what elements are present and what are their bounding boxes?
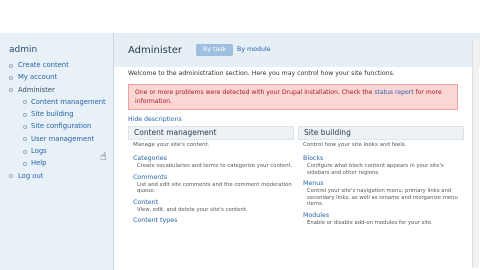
- hand-pointer-icon: ☝: [100, 150, 107, 163]
- sidebar-menu: Create content My account Administer Con…: [0, 59, 113, 182]
- status-report-link[interactable]: status report: [374, 89, 413, 96]
- bullet-icon: [23, 100, 27, 105]
- panel-subtitle: Manage your site's content.: [133, 142, 210, 148]
- blocks-link[interactable]: Blocks: [303, 155, 464, 163]
- bullet-icon: [9, 63, 13, 68]
- error-alert: One or more problems were detected with …: [128, 84, 458, 110]
- admin-entry: Categories Create vocabularies and terms…: [133, 155, 294, 170]
- tab-by-task[interactable]: By task: [196, 44, 234, 56]
- content-types-link[interactable]: Content types: [133, 217, 294, 225]
- entry-description: List and edit site comments and the comm…: [137, 181, 292, 195]
- modules-link[interactable]: Modules: [303, 212, 464, 220]
- content-link[interactable]: Content: [133, 199, 294, 207]
- admin-entry: Blocks Configure what block content appe…: [303, 155, 464, 176]
- bullet-icon: [23, 161, 27, 166]
- bullet-icon: [23, 124, 27, 129]
- panel-title: Content management: [128, 126, 294, 140]
- entry-description: Configure what block content appears in …: [307, 163, 444, 176]
- bullet-icon: [9, 88, 13, 93]
- panel-title: Site building: [298, 126, 464, 140]
- sidebar-item-logs[interactable]: Logs: [0, 145, 113, 157]
- admin-entry: Content types: [133, 217, 294, 225]
- tab-by-module[interactable]: By module: [237, 44, 271, 56]
- page-header: Administer By task By module: [114, 33, 480, 67]
- bullet-icon: [9, 75, 13, 80]
- entry-description: View, edit, and delete your site's conte…: [137, 206, 248, 213]
- bullet-icon: [23, 149, 27, 154]
- sidebar-item-create-content[interactable]: Create content: [0, 59, 113, 71]
- sidebar-item-user-management[interactable]: User management: [0, 133, 113, 145]
- categories-link[interactable]: Categories: [133, 155, 294, 163]
- admin-entry: Menus Control your site's navigation men…: [303, 180, 464, 208]
- entry-description: Enable or disable add-on modules for you…: [307, 219, 433, 226]
- alert-text-start: One or more problems were detected with …: [135, 89, 375, 96]
- site-building-panel: Site building Control how your site look…: [298, 126, 464, 226]
- hide-descriptions-link[interactable]: Hide descriptions: [128, 116, 182, 123]
- bullet-icon: [9, 174, 13, 179]
- bullet-icon: [23, 112, 27, 117]
- admin-entry: Modules Enable or disable add-on modules…: [303, 212, 464, 227]
- sidebar-item-help[interactable]: Help: [0, 157, 113, 169]
- admin-entry: Content View, edit, and delete your site…: [133, 199, 294, 214]
- sidebar-item-site-configuration[interactable]: Site configuration: [0, 120, 113, 132]
- admin-entry: Comments List and edit site comments and…: [133, 174, 294, 195]
- content-management-panel: Content management Manage your site's co…: [128, 126, 294, 225]
- top-bar: [0, 0, 480, 33]
- entry-description: Create vocabularies and terms to categor…: [137, 163, 293, 169]
- sidebar-item-site-building[interactable]: Site building: [0, 108, 113, 120]
- welcome-text: Welcome to the administration section. H…: [128, 70, 395, 77]
- main-content: Administer By task By module Welcome to …: [114, 33, 480, 270]
- sidebar-item-log-out[interactable]: Log out: [0, 170, 113, 182]
- sidebar-item-administer[interactable]: Administer: [0, 84, 113, 96]
- bullet-icon: [23, 137, 27, 142]
- sidebar: admin Create content My account Administ…: [0, 33, 114, 270]
- vertical-scrollbar[interactable]: [472, 40, 479, 268]
- comments-link[interactable]: Comments: [133, 174, 294, 182]
- sidebar-item-content-management[interactable]: Content management: [0, 96, 113, 108]
- panel-subtitle: Control how your site looks and feels.: [303, 142, 407, 148]
- entry-description: Control your site's navigation menu, pri…: [307, 188, 458, 207]
- sidebar-username: admin: [9, 45, 38, 55]
- sidebar-item-my-account[interactable]: My account: [0, 71, 113, 83]
- menus-link[interactable]: Menus: [303, 180, 464, 188]
- page-title: Administer: [128, 45, 183, 56]
